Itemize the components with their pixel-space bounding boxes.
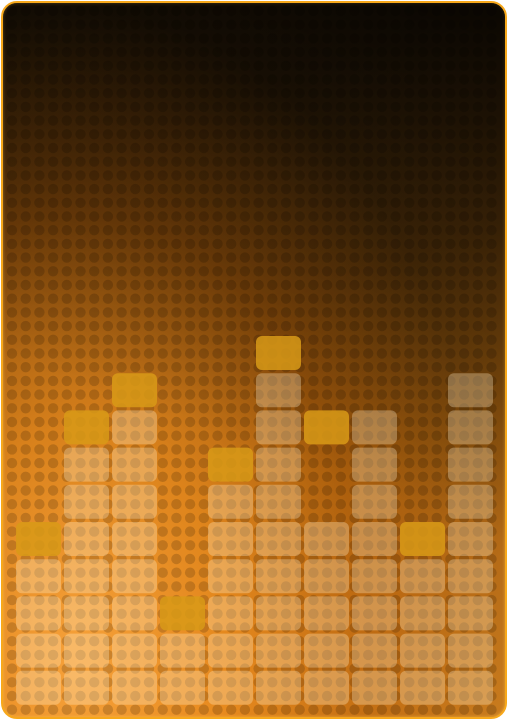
equalizer-block: [112, 447, 157, 482]
equalizer-block: [16, 633, 61, 668]
equalizer-block: [448, 410, 493, 445]
equalizer-peak-block: [160, 596, 205, 631]
equalizer-block: [64, 522, 109, 556]
equalizer-peak-block: [256, 336, 301, 370]
equalizer-block: [112, 484, 157, 519]
equalizer-block: [112, 633, 157, 668]
equalizer-block: [448, 633, 493, 668]
equalizer-block: [256, 596, 301, 631]
equalizer-peak-block: [64, 410, 109, 445]
equalizer-panel: [1, 1, 507, 719]
equalizer-block: [352, 670, 397, 705]
equalizer-block: [208, 484, 253, 519]
equalizer-block: [304, 522, 349, 556]
equalizer-block: [64, 559, 109, 594]
equalizer-block: [304, 633, 349, 668]
equalizer-block: [64, 484, 109, 519]
equalizer-block: [256, 670, 301, 705]
equalizer-block: [112, 559, 157, 594]
equalizer-block: [256, 522, 301, 556]
equalizer-block: [448, 373, 493, 408]
equalizer-block: [112, 596, 157, 631]
equalizer-block: [256, 410, 301, 445]
equalizer-block: [208, 596, 253, 631]
equalizer-peak-block: [304, 410, 349, 445]
equalizer-block: [400, 559, 445, 594]
equalizer-block: [448, 559, 493, 594]
equalizer-block: [208, 633, 253, 668]
equalizer-block: [16, 670, 61, 705]
equalizer-block: [304, 670, 349, 705]
equalizer-block: [304, 559, 349, 594]
equalizer-block: [448, 522, 493, 556]
equalizer-block: [448, 484, 493, 519]
equalizer-peak-block: [208, 447, 253, 482]
equalizer-block: [256, 447, 301, 482]
equalizer-block: [112, 522, 157, 556]
equalizer-block: [160, 670, 205, 705]
equalizer-block: [208, 670, 253, 705]
equalizer-peak-block: [400, 522, 445, 556]
equalizer-block: [256, 559, 301, 594]
equalizer-block: [256, 484, 301, 519]
equalizer-block: [448, 670, 493, 705]
equalizer-block: [352, 484, 397, 519]
equalizer-block: [208, 522, 253, 556]
equalizer-block: [400, 633, 445, 668]
equalizer-block: [64, 670, 109, 705]
equalizer-block: [64, 633, 109, 668]
equalizer-block: [352, 559, 397, 594]
equalizer-block: [16, 559, 61, 594]
equalizer-block: [16, 596, 61, 631]
equalizer-block: [256, 373, 301, 408]
equalizer-block: [352, 596, 397, 631]
equalizer-block: [112, 670, 157, 705]
equalizer-bars: [16, 336, 493, 705]
equalizer-block: [400, 670, 445, 705]
equalizer-block: [64, 447, 109, 482]
equalizer-block: [448, 447, 493, 482]
equalizer-peak-block: [112, 373, 157, 408]
equalizer-block: [400, 596, 445, 631]
equalizer-block: [352, 447, 397, 482]
equalizer-block: [352, 633, 397, 668]
equalizer-block: [160, 633, 205, 668]
equalizer-block: [304, 596, 349, 631]
equalizer-block: [352, 410, 397, 445]
equalizer-block: [448, 596, 493, 631]
equalizer-block: [208, 559, 253, 594]
equalizer-block: [112, 410, 157, 445]
equalizer-block: [256, 633, 301, 668]
equalizer-block: [352, 522, 397, 556]
equalizer-block: [64, 596, 109, 631]
equalizer-peak-block: [16, 522, 61, 556]
